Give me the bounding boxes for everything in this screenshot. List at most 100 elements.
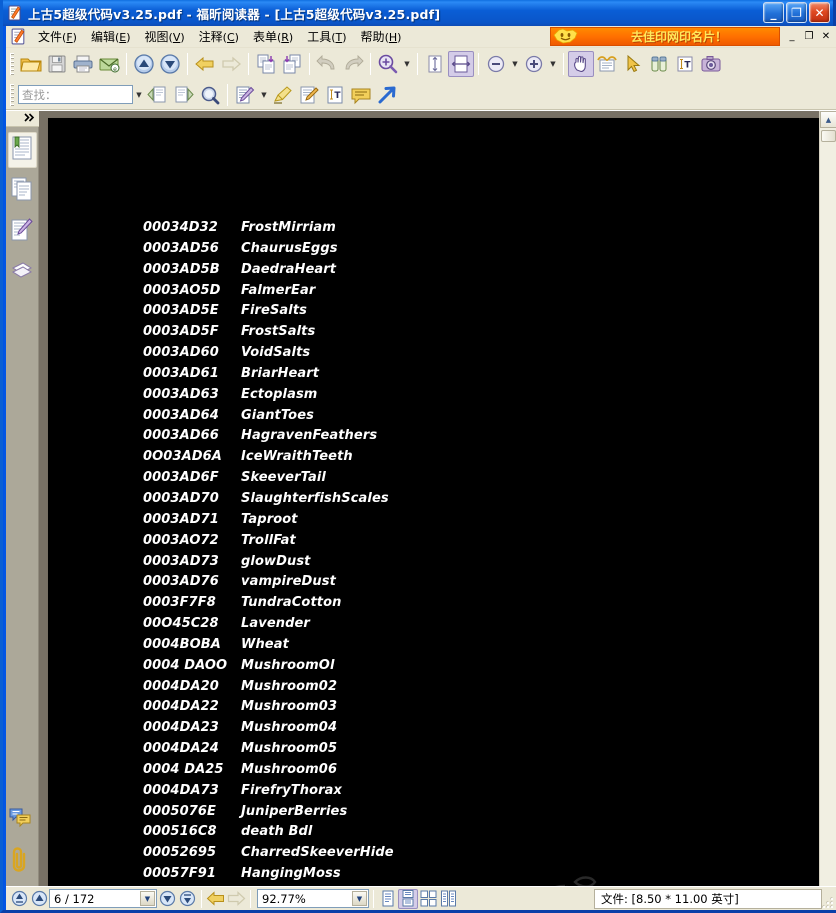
sidebar-item-pages[interactable]: [8, 173, 37, 209]
back-view-button[interactable]: [192, 51, 218, 77]
highlight-button[interactable]: [270, 82, 296, 108]
find-toolbar-grip[interactable]: [10, 83, 14, 106]
status-forward-button[interactable]: [226, 889, 246, 909]
zoom-out-button[interactable]: [483, 51, 509, 77]
facing-layout-button[interactable]: [418, 889, 438, 909]
sticky-note-button[interactable]: [348, 82, 374, 108]
status-first-page-button[interactable]: [9, 889, 29, 909]
search-input[interactable]: 查找：: [18, 85, 133, 104]
loupe-button[interactable]: [646, 51, 672, 77]
menu-item-edit[interactable]: 编辑(E): [84, 26, 138, 47]
menu-item-form[interactable]: 表单(R): [246, 26, 300, 47]
share-button[interactable]: [374, 82, 400, 108]
mdi-window-controls: _ ❐ ✕: [784, 28, 834, 44]
ad-banner[interactable]: 去佳印网印名片！: [550, 27, 780, 46]
continuous-facing-layout-button[interactable]: [438, 889, 458, 909]
scroll-up-button[interactable]: ▲: [820, 111, 836, 128]
sidebar-item-attachments[interactable]: [6, 844, 35, 880]
redo-button[interactable]: [340, 51, 366, 77]
close-button[interactable]: ✕: [809, 2, 830, 23]
sidebar-item-comments[interactable]: [6, 803, 35, 839]
snapshot-button[interactable]: [698, 51, 724, 77]
scrollbar-track[interactable]: [820, 142, 836, 886]
last-page-button[interactable]: [279, 51, 305, 77]
forward-view-button[interactable]: [218, 51, 244, 77]
item-name: Wheat: [241, 636, 289, 652]
status-last-page-button[interactable]: [177, 889, 197, 909]
previous-page-button[interactable]: [131, 51, 157, 77]
email-button[interactable]: e: [96, 51, 122, 77]
search-history-dropdown[interactable]: ▼: [133, 82, 145, 108]
item-name: HangingMoss: [241, 866, 341, 882]
item-name: Ectoplasm: [241, 386, 318, 402]
undo-button[interactable]: [314, 51, 340, 77]
item-name: DaedraHeart: [241, 261, 337, 277]
fit-page-button[interactable]: [422, 51, 448, 77]
menu-item-file[interactable]: 文件(F): [31, 26, 84, 47]
single-page-layout-button[interactable]: [378, 889, 398, 909]
sidebar-item-bookmarks[interactable]: [7, 132, 37, 168]
item-name: Mushroom06: [241, 761, 338, 777]
status-next-page-button[interactable]: [157, 889, 177, 909]
menu-label-comment: 注释: [198, 30, 223, 44]
next-page-button[interactable]: [157, 51, 183, 77]
comment-tool-button[interactable]: [232, 82, 258, 108]
vertical-scrollbar[interactable]: ▲: [819, 111, 836, 886]
minimize-button[interactable]: _: [763, 2, 784, 23]
maximize-button[interactable]: ❐: [786, 2, 807, 23]
main-content-area: 00034D32 FrostMirriam 0003AD56 ChaurusEggs…: [6, 110, 836, 886]
menu-item-comment[interactable]: 注释(C): [192, 26, 246, 47]
menu-item-tools[interactable]: 工具(T): [300, 26, 353, 47]
item-name: SlaughterfishScales: [241, 490, 389, 506]
toolbar-separator: [126, 53, 127, 75]
menu-item-view[interactable]: 视图(V): [138, 26, 192, 47]
status-prev-page-button[interactable]: [29, 889, 49, 909]
fit-width-button[interactable]: [448, 51, 474, 77]
page-number-input[interactable]: 6 / 172 ▼: [49, 889, 157, 908]
page-number-dropdown[interactable]: ▼: [140, 891, 155, 906]
hand-tool-button[interactable]: [568, 51, 594, 77]
advanced-search-button[interactable]: [197, 82, 223, 108]
find-next-button[interactable]: [171, 82, 197, 108]
comment-tool-dropdown[interactable]: ▼: [258, 82, 270, 108]
item-name: IceWraithTeeth: [241, 449, 353, 465]
save-button[interactable]: [44, 51, 70, 77]
continuous-layout-button[interactable]: [398, 888, 418, 909]
text-select-button[interactable]: T: [672, 51, 698, 77]
mdi-close-button[interactable]: ✕: [818, 28, 834, 44]
select-tool-button[interactable]: [620, 51, 646, 77]
item-name: HagravenFeathers: [241, 428, 378, 444]
toolbar-grip[interactable]: [10, 53, 14, 75]
zoom-in-button[interactable]: [521, 51, 547, 77]
collapse-pane-button[interactable]: [6, 111, 39, 127]
status-back-button[interactable]: [206, 889, 226, 909]
pdf-page: 00034D32 FrostMirriam 0003AD56 ChaurusEggs…: [48, 118, 819, 886]
open-file-button[interactable]: [18, 51, 44, 77]
document-viewport[interactable]: 00034D32 FrostMirriam 0003AD56 ChaurusEggs…: [39, 111, 819, 886]
menu-mnemonic-form: R: [281, 31, 289, 44]
print-button[interactable]: [70, 51, 96, 77]
sidebar-item-annotations[interactable]: [8, 214, 37, 250]
table-row: 0004DA24 Mushroom05: [143, 741, 803, 762]
pencil-annotate-button[interactable]: [296, 82, 322, 108]
mdi-restore-button[interactable]: ❐: [801, 28, 817, 44]
find-previous-button[interactable]: [145, 82, 171, 108]
sidebar-item-layers[interactable]: [8, 255, 37, 291]
zoom-level-input[interactable]: 92.77% ▼: [257, 889, 369, 908]
menu-bar: 文件(F) 编辑(E) 视图(V) 注释(C) 表单(R) 工具(T) 帮助(H…: [6, 26, 836, 48]
menu-item-help[interactable]: 帮助(H): [354, 26, 409, 47]
zoom-in-dropdown[interactable]: ▼: [547, 51, 559, 77]
item-code: 0003AD66: [143, 428, 219, 444]
read-mode-button[interactable]: [594, 51, 620, 77]
typewriter-button[interactable]: T: [322, 82, 348, 108]
zoom-level-dropdown[interactable]: ▼: [352, 891, 367, 906]
resize-grip[interactable]: [822, 897, 834, 909]
zoom-out-dropdown[interactable]: ▼: [509, 51, 521, 77]
scrollbar-thumb[interactable]: [820, 130, 836, 142]
zoom-tool-dropdown[interactable]: ▼: [401, 51, 413, 77]
mdi-minimize-button[interactable]: _: [784, 28, 800, 44]
zoom-tool-button[interactable]: [375, 51, 401, 77]
window-title: 上古5超级代码v3.25.pdf - 福昕阅读器 - [上古5超级代码v3.25…: [28, 6, 441, 22]
item-code: 0005076E: [143, 803, 216, 819]
first-page-button[interactable]: [253, 51, 279, 77]
